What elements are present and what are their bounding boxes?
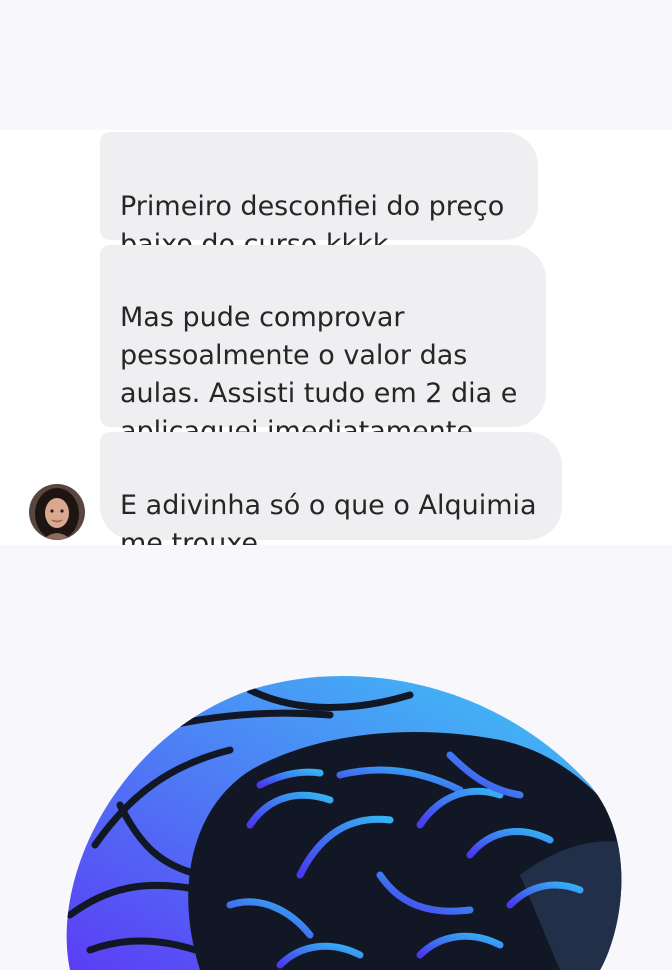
message-bubble: Primeiro desconfiei do preço baixo do cu… (100, 132, 538, 260)
brain-logo-area (0, 545, 672, 970)
message-text: Mas pude comprovar pessoalmente o valor … (120, 302, 518, 447)
avatar (29, 484, 85, 540)
top-background (0, 0, 672, 130)
brain-logo (66, 675, 622, 970)
message-bubble: Mas pude comprovar pessoalmente o valor … (100, 245, 546, 447)
testimonial-image: Primeiro desconfiei do preço baixo do cu… (0, 0, 672, 970)
message-bubble: E adivinha só o que o Alquimia me trouxe… (100, 432, 562, 778)
